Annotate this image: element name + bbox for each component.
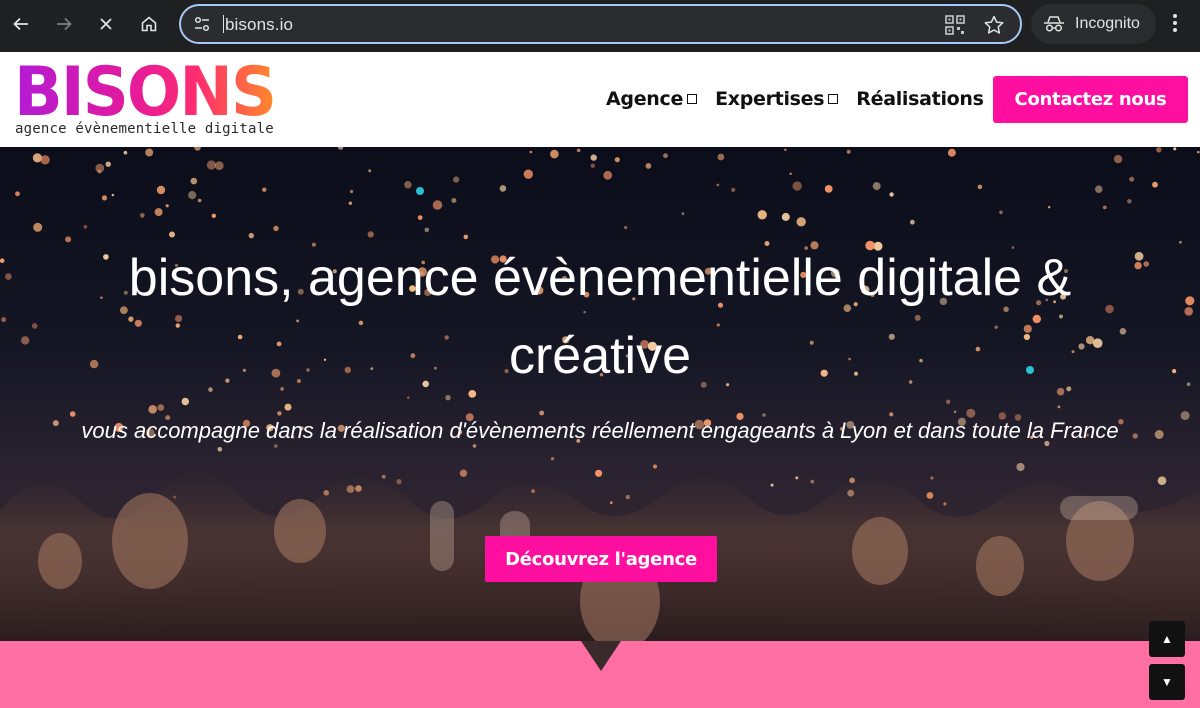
nav-item-expertises[interactable]: Expertises [715, 88, 839, 110]
logo-tagline: agence évènementielle digitale [15, 121, 274, 137]
logo-wordmark: BISONS [14, 53, 277, 132]
incognito-indicator[interactable]: Incognito [1031, 4, 1156, 44]
hero-section: bisons, agence évènementielle digitale &… [0, 147, 1200, 641]
nav-label: Expertises [715, 88, 825, 110]
qr-code-icon[interactable] [945, 15, 965, 35]
arrow-down-icon: ▼ [1161, 675, 1173, 689]
star-icon[interactable] [983, 14, 1005, 36]
home-icon [141, 16, 157, 32]
tune-icon[interactable] [193, 15, 211, 33]
nav-label: Réalisations [856, 88, 984, 110]
pink-section [0, 641, 1200, 708]
incognito-label: Incognito [1075, 15, 1140, 32]
more-vert-icon[interactable] [1172, 12, 1178, 34]
forward-button[interactable] [48, 8, 80, 40]
scroll-up-button[interactable]: ▲ [1149, 621, 1185, 657]
url-text[interactable]: bisons.io [223, 15, 293, 35]
browser-toolbar: bisons.io Incognito [0, 0, 1200, 52]
address-bar[interactable]: bisons.io [179, 4, 1022, 44]
nav-item-realisations[interactable]: Réalisations [856, 88, 984, 110]
dropdown-box-icon [687, 94, 698, 104]
home-button[interactable] [133, 8, 165, 40]
main-nav: Agence Expertises Réalisations [606, 88, 984, 110]
back-icon [13, 17, 28, 31]
scroll-down-button[interactable]: ▼ [1149, 664, 1185, 700]
site-header: BISONS agence évènementielle digitale Ag… [0, 52, 1200, 147]
nav-label: Agence [606, 88, 684, 110]
site-logo[interactable]: BISONS agence évènementielle digitale [14, 59, 277, 138]
stop-icon [100, 18, 112, 30]
nav-item-agence[interactable]: Agence [606, 88, 698, 110]
dropdown-box-icon [828, 94, 839, 104]
arrow-up-icon: ▲ [1161, 632, 1173, 646]
section-notch [581, 641, 621, 671]
discover-agency-button[interactable]: Découvrez l'agence [485, 536, 717, 582]
forward-icon [57, 17, 72, 31]
stop-button[interactable] [90, 8, 122, 40]
incognito-icon [1044, 16, 1064, 32]
hero-subtitle: vous accompagne dans la réalisation d'év… [81, 418, 1119, 443]
contact-button[interactable]: Contactez nous [993, 76, 1188, 123]
back-button[interactable] [5, 8, 37, 40]
hero-title: bisons, agence évènementielle digitale &… [128, 249, 1072, 385]
